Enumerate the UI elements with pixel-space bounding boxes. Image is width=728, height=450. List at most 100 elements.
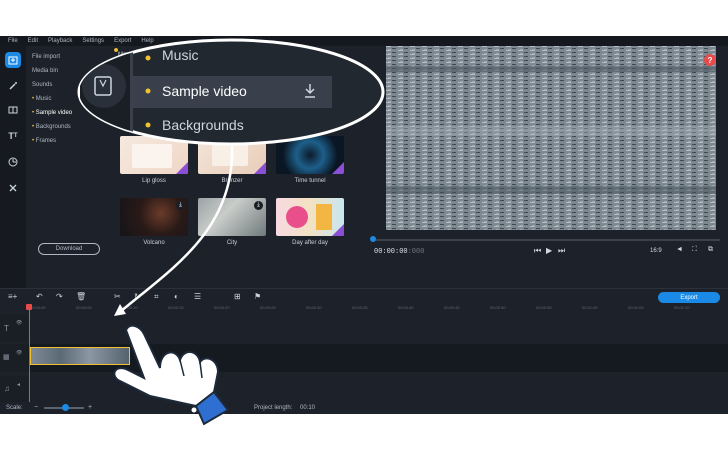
nav-item-frames[interactable]: • Frames	[32, 138, 56, 144]
preview-player: 00:00:00:000 ⏮ ▶ ⏭ 16:9 ◄ ⛶ ⧉	[368, 46, 728, 288]
ruler-tick-label: 00:01:10	[674, 305, 690, 310]
nav-item-sounds[interactable]: Sounds	[32, 82, 52, 88]
zoom-out-icon[interactable]: −	[34, 404, 38, 411]
text-track-icon: T	[4, 324, 9, 333]
magic-wand-icon[interactable]	[5, 78, 21, 94]
nav-item-sample-video[interactable]: • Sample video	[32, 110, 72, 116]
menu-playback[interactable]: Playback	[48, 36, 72, 46]
nav-item-file-import[interactable]: File import	[32, 54, 60, 60]
transitions-icon[interactable]	[5, 102, 21, 118]
tools-icon[interactable]	[5, 180, 21, 196]
export-button[interactable]: Export	[658, 292, 720, 303]
add-track-icon[interactable]: ≡+	[8, 292, 17, 301]
timecode-display: 00:00:00:000	[374, 248, 425, 256]
detach-icon[interactable]: ⧉	[708, 246, 713, 254]
undo-icon[interactable]: ↶	[36, 292, 43, 301]
nav-item-music[interactable]: • Music	[32, 96, 51, 102]
aspect-ratio-select[interactable]: 16:9	[650, 248, 662, 254]
ruler-tick-label: 00:00:10	[122, 305, 138, 310]
properties-icon[interactable]: ☰	[194, 292, 201, 301]
mute-icon[interactable]: ◄	[16, 382, 21, 388]
import-nav-panel: File import Media bin Sounds • Music • S…	[26, 46, 114, 288]
ruler-tick-label: 00:01:05	[628, 305, 644, 310]
next-icon[interactable]: ⏭	[558, 246, 565, 256]
visibility-icon[interactable]: 👁	[16, 350, 22, 356]
project-length-label: Project length:	[254, 405, 293, 411]
timeline-ruler[interactable]: 00:00:00 00:00:05 00:00:10 00:00:15 00:0…	[0, 304, 728, 314]
track-lane[interactable]	[28, 314, 728, 342]
redo-icon[interactable]: ↷	[56, 292, 63, 301]
track-lane[interactable]	[28, 344, 728, 372]
download-button[interactable]: Download	[38, 243, 100, 255]
flag-icon[interactable]: ⚑	[254, 292, 261, 301]
callout-item-music: Music	[162, 47, 199, 63]
marker-icon[interactable]: ⊞	[234, 292, 241, 301]
ruler-tick-label: 00:00:30	[306, 305, 322, 310]
ruler-tick-label: 00:00:45	[444, 305, 460, 310]
download-icon[interactable]: ⤓	[254, 201, 263, 210]
ruler-tick-label: 00:00:00	[30, 305, 46, 310]
thumbnail-label: Volcano	[143, 240, 165, 246]
callout-item-sample-video: Sample video	[162, 83, 247, 99]
scrubber-handle[interactable]	[370, 236, 376, 242]
menu-help[interactable]: Help	[141, 36, 153, 46]
callout-item-backgrounds: Backgrounds	[162, 117, 244, 133]
download-icon[interactable]: ⤓	[176, 201, 185, 210]
color-icon[interactable]: ◐	[174, 292, 179, 301]
ruler-tick-label: 00:00:15	[168, 305, 184, 310]
fullscreen-icon[interactable]: ⛶	[692, 246, 697, 254]
status-bar: Scale: − + Project length: 00:10	[0, 402, 728, 414]
thumbnail-day-after-day[interactable]	[276, 198, 344, 236]
help-button[interactable]: ?	[704, 54, 716, 66]
project-length-value: 00:10	[300, 405, 316, 411]
playhead-line[interactable]	[29, 304, 30, 414]
thumbnail-label: Lip gloss	[142, 178, 166, 184]
premium-badge	[332, 162, 344, 174]
titles-icon[interactable]: TT	[5, 128, 21, 144]
title-track: T 👁	[0, 314, 728, 342]
thumbnail-volcano[interactable]: ⤓	[120, 198, 188, 236]
thumbnail-time-tunnel[interactable]	[276, 136, 344, 174]
thumbnail-city[interactable]: ⤓	[198, 198, 266, 236]
tool-rail: TT	[0, 46, 26, 288]
thumbnail-bronzer[interactable]	[198, 136, 266, 174]
playback-scrubber[interactable]	[372, 239, 720, 241]
ruler-tick-label: 00:00:50	[490, 305, 506, 310]
menu-file[interactable]: File	[8, 36, 18, 46]
track-header: ▦ 👁	[0, 344, 28, 372]
prev-icon[interactable]: ⏮	[534, 246, 541, 256]
volume-icon[interactable]: ◄	[676, 246, 683, 253]
nav-item-backgrounds[interactable]: • Backgrounds	[32, 124, 71, 130]
scale-slider-knob[interactable]	[62, 404, 69, 411]
thumbnail-label: Bronzer	[221, 178, 243, 184]
cut-icon[interactable]: ✂	[114, 292, 121, 301]
video-clip[interactable]	[30, 347, 130, 365]
play-icon[interactable]: ▶	[546, 246, 552, 255]
audio-track: ♫ ◄	[0, 376, 728, 404]
timeline-toolbar: ≡+ ↶ ↷ 🗑 ✂ ↻ ⌗ ◐ ☰ ⊞ ⚑ Export	[0, 288, 728, 305]
video-track-icon: ▦	[3, 354, 10, 361]
ruler-tick-label: 00:01:00	[582, 305, 598, 310]
menu-bar: File Edit Playback Settings Export Help	[0, 36, 728, 46]
menu-export[interactable]: Export	[114, 36, 131, 46]
visibility-icon[interactable]: 👁	[16, 320, 22, 326]
track-lane[interactable]	[28, 376, 728, 404]
menu-edit[interactable]: Edit	[28, 36, 38, 46]
rotate-icon[interactable]: ↻	[134, 292, 141, 301]
track-header: T 👁	[0, 314, 28, 342]
thumbnail-label: Day after day	[292, 240, 328, 246]
stickers-icon[interactable]	[5, 154, 21, 170]
crop-icon[interactable]: ⌗	[154, 292, 159, 302]
import-icon[interactable]	[5, 52, 21, 68]
timeline-tracks: T 👁 ▦ 👁 ♫ ◄	[0, 314, 728, 404]
nav-item-media-bin[interactable]: Media bin	[32, 68, 58, 74]
delete-icon[interactable]: 🗑	[76, 292, 86, 301]
thumbnail-lip-gloss[interactable]	[120, 136, 188, 174]
ruler-tick-label: 00:00:20	[214, 305, 230, 310]
thumbnail-label: Time tunnel	[294, 178, 326, 184]
ruler-tick-label: 00:00:35	[352, 305, 368, 310]
thumbnail-label: City	[226, 240, 238, 246]
zoom-in-icon[interactable]: +	[88, 404, 92, 411]
music-track-icon: ♫	[4, 384, 10, 393]
menu-settings[interactable]: Settings	[82, 36, 104, 46]
